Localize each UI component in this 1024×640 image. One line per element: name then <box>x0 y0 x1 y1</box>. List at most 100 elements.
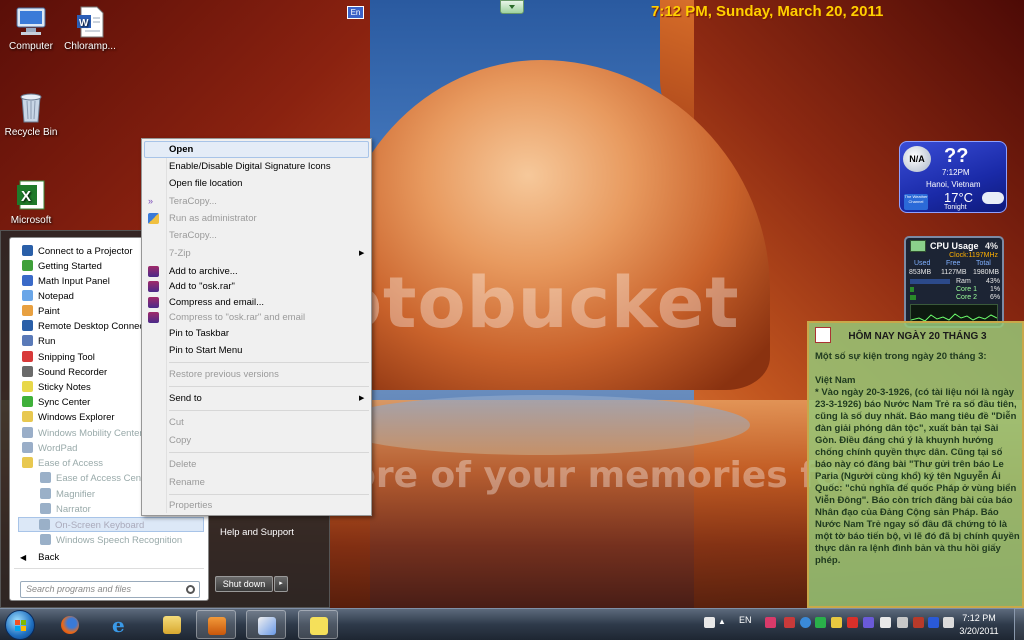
start-menu-item-label: Windows Mobility Center <box>38 428 143 439</box>
context-menu-properties[interactable]: Properties <box>169 500 212 511</box>
start-menu-item[interactable]: Math Input Panel <box>22 274 110 289</box>
context-menu-copy[interactable]: Copy <box>169 435 191 446</box>
sync-tray-icon[interactable] <box>815 617 826 628</box>
language-bar[interactable]: En <box>347 6 364 19</box>
cpu-meter-gadget[interactable]: CPU Usage 4% Clock:1197MHz Used Free Tot… <box>904 236 1004 328</box>
network-icon[interactable] <box>897 617 908 628</box>
start-menu-item[interactable]: Notepad <box>22 289 74 304</box>
search-input[interactable]: Search programs and files <box>20 581 200 598</box>
app-tray-icon[interactable] <box>913 617 924 628</box>
context-menu-delete[interactable]: Delete <box>169 459 196 470</box>
start-menu-item[interactable]: Windows Mobility Center <box>22 426 143 441</box>
start-menu-item[interactable]: Remote Desktop Connection <box>22 319 159 334</box>
shutdown-button[interactable]: Shut down <box>215 576 273 592</box>
app-tray-icon[interactable] <box>847 617 858 628</box>
start-menu-subitem-selected[interactable]: On-Screen Keyboard <box>18 517 204 532</box>
volume-icon[interactable] <box>943 617 954 628</box>
start-menu-item[interactable]: Sticky Notes <box>22 380 91 395</box>
shutdown-options-button[interactable]: ▸ <box>274 576 288 592</box>
taskbar-firefox[interactable] <box>50 610 90 639</box>
context-menu-open[interactable]: Open <box>144 141 369 158</box>
start-menu-subitem[interactable]: Ease of Access Center <box>40 471 152 486</box>
help-and-support-link[interactable]: Help and Support <box>220 527 294 538</box>
show-desktop-button[interactable] <box>1014 608 1024 640</box>
start-menu-item[interactable]: Getting Started <box>22 259 102 274</box>
context-menu-run-as-admin[interactable]: Run as administrator <box>169 213 257 224</box>
start-menu-item[interactable]: Sync Center <box>22 395 90 410</box>
magnifier-icon <box>40 488 51 499</box>
cloud-icon <box>982 192 1004 204</box>
taskbar-clock[interactable]: 7:12 PM 3/20/2011 <box>957 612 1001 638</box>
start-menu-folder[interactable]: Ease of Access <box>22 456 103 471</box>
context-menu-pin-start[interactable]: Pin to Start Menu <box>169 345 242 356</box>
start-menu-item[interactable]: WordPad <box>22 441 77 456</box>
network-globe-icon[interactable] <box>800 617 811 628</box>
bluetooth-icon[interactable] <box>928 617 939 628</box>
start-menu-item[interactable]: Connect to a Projector <box>22 244 133 259</box>
context-menu-open-location[interactable]: Open file location <box>169 178 242 189</box>
context-menu-compress-email[interactable]: Compress and email... <box>169 297 264 308</box>
start-menu-item[interactable]: Windows Explorer <box>22 410 115 425</box>
context-menu-restore-versions[interactable]: Restore previous versions <box>169 369 279 380</box>
start-button[interactable] <box>2 609 38 640</box>
weather-gadget[interactable]: N/A ?? 7:12PM Hanoi, Vietnam The Weather… <box>899 141 1007 213</box>
context-menu-add-to-rar[interactable]: Add to "osk.rar" <box>169 281 235 292</box>
context-menu-digital-signature[interactable]: Enable/Disable Digital Signature Icons <box>169 161 331 172</box>
context-menu-teracopy-2[interactable]: TeraCopy... <box>169 230 217 241</box>
start-menu-item-label: Snipping Tool <box>38 352 95 363</box>
app-tray-icon[interactable] <box>765 617 776 628</box>
keyboard-tray-icon[interactable] <box>704 617 715 628</box>
paint-icon <box>22 305 33 316</box>
start-menu-item[interactable]: Paint <box>22 304 60 319</box>
context-menu-send-to[interactable]: Send to <box>169 393 202 404</box>
start-menu-item[interactable]: Sound Recorder <box>22 365 107 380</box>
start-menu-subitem[interactable]: Windows Speech Recognition <box>40 533 182 548</box>
search-icon <box>186 585 195 594</box>
context-menu-rename[interactable]: Rename <box>169 477 205 488</box>
desktop-icon-computer[interactable]: Computer <box>0 6 62 52</box>
divider <box>169 452 369 453</box>
start-menu-subitem[interactable]: Magnifier <box>40 487 95 502</box>
start-menu-subitem[interactable]: Narrator <box>40 502 91 517</box>
cpu-total-value: 1980MB <box>973 269 1000 276</box>
desktop-icon-recycle-bin[interactable]: Recycle Bin <box>0 92 62 138</box>
weather-condition: ?? <box>944 145 969 167</box>
start-menu-item[interactable]: Snipping Tool <box>22 350 95 365</box>
context-menu-add-to-archive[interactable]: Add to archive... <box>169 266 238 277</box>
context-menu-teracopy[interactable]: TeraCopy... <box>169 196 217 207</box>
taskbar-time: 7:12 PM <box>962 613 996 623</box>
sticky-note-icon <box>22 381 33 392</box>
taskbar-media-player[interactable] <box>196 610 236 639</box>
desktop-icon-document[interactable]: W Chloramp... <box>58 6 122 52</box>
app-tray-icon[interactable] <box>831 617 842 628</box>
divider <box>169 362 369 363</box>
flag-icon[interactable] <box>880 617 891 628</box>
antivirus-tray-icon[interactable] <box>784 617 795 628</box>
taskbar-windows-explorer[interactable] <box>152 610 192 639</box>
cpu-used-header: Used <box>914 260 931 267</box>
cpu-free-value: 1127MB <box>941 269 967 276</box>
language-bar-restore-icon[interactable] <box>500 0 524 14</box>
desktop-icon-excel[interactable]: X Microsoft <box>0 180 62 226</box>
context-menu-cut[interactable]: Cut <box>169 417 184 428</box>
desktop-icon-label: Chloramp... <box>64 41 116 52</box>
ram-usage-bar <box>910 279 950 284</box>
taskbar-help-app[interactable] <box>298 610 338 639</box>
wordpad-icon <box>22 442 33 453</box>
back-button[interactable]: ◀ Back <box>20 552 59 563</box>
cpu-total-header: Total <box>976 260 991 267</box>
start-menu-item-label: Math Input Panel <box>38 276 110 287</box>
context-menu-pin-taskbar[interactable]: Pin to Taskbar <box>169 328 229 339</box>
start-menu-item-label: Narrator <box>56 504 91 515</box>
tray-language-indicator[interactable]: EN <box>739 615 752 625</box>
show-hidden-icons[interactable]: ▲ <box>718 617 729 628</box>
context-menu-7zip[interactable]: 7-Zip <box>169 248 191 259</box>
core1-label: Core 1 <box>956 286 978 293</box>
winrar-icon <box>148 312 159 323</box>
start-menu-item[interactable]: Run <box>22 334 55 349</box>
today-in-history-gadget[interactable]: HÔM NAY NGÀY 20 THÁNG 3 Một số sự kiện t… <box>807 321 1024 608</box>
taskbar-whiteboard-app[interactable] <box>246 610 286 639</box>
app-tray-icon[interactable] <box>863 617 874 628</box>
taskbar-internet-explorer[interactable]: e <box>101 610 141 639</box>
context-menu-compress-rar-email[interactable]: Compress to "osk.rar" and email <box>169 312 305 323</box>
